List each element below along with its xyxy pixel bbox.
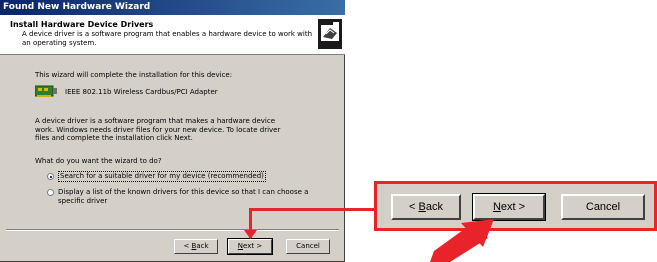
zoomed-next-button[interactable]: Next > <box>472 193 546 221</box>
network-card-icon <box>35 85 57 97</box>
device-name: IEEE 802.11b Wireless Cardbus/PCI Adapte… <box>65 88 218 96</box>
divider <box>6 229 339 231</box>
zoomed-back-mnemonic: B <box>418 201 426 213</box>
option-search-driver-label[interactable]: Search for a suitable driver for my devi… <box>58 171 266 182</box>
zoomed-back-prefix: < <box>409 201 419 213</box>
hardware-wizard-icon <box>318 19 342 49</box>
intro-text: This wizard will complete the installati… <box>35 71 233 79</box>
header-panel: Install Hardware Device Drivers A device… <box>0 15 345 55</box>
back-button[interactable]: < Back <box>174 239 218 254</box>
connector-vertical <box>249 208 252 238</box>
explanation-text: A device driver is a software program th… <box>35 117 281 142</box>
zoomed-cancel-label: Cancel <box>585 201 621 213</box>
wizard-dialog: Found New Hardware Wizard Install Hardwa… <box>0 0 345 262</box>
cancel-label: Cancel <box>296 242 320 250</box>
question-text: What do you want the wizard to do? <box>35 157 162 165</box>
radio-search-driver[interactable] <box>47 173 54 180</box>
option-display-list-label[interactable]: Display a list of the known drivers for … <box>58 188 328 205</box>
zoomed-button-strip: < Back Next > Cancel <box>374 181 657 231</box>
zoomed-back-button[interactable]: < Back <box>391 194 461 220</box>
header-title: Install Hardware Device Drivers <box>10 20 154 29</box>
zoomed-next-mnemonic: N <box>492 201 501 213</box>
zoomed-cancel-button[interactable]: Cancel <box>561 194 645 220</box>
radio-display-list[interactable] <box>47 189 54 196</box>
option-search-driver[interactable]: Search for a suitable driver for my devi… <box>47 171 337 182</box>
next-rest: ext > <box>243 242 263 250</box>
window-title: Found New Hardware Wizard <box>0 0 345 15</box>
zoomed-next-rest: ext > <box>500 201 526 213</box>
connector-horizontal <box>249 208 375 211</box>
header-subtitle: A device driver is a software program th… <box>22 30 313 47</box>
next-button[interactable]: Next > <box>227 238 273 255</box>
cancel-button[interactable]: Cancel <box>286 239 330 254</box>
back-rest: ack <box>196 242 209 250</box>
back-prefix: < <box>183 242 192 250</box>
option-display-list[interactable]: Display a list of the known drivers for … <box>47 188 337 206</box>
zoomed-back-rest: ack <box>425 201 443 213</box>
